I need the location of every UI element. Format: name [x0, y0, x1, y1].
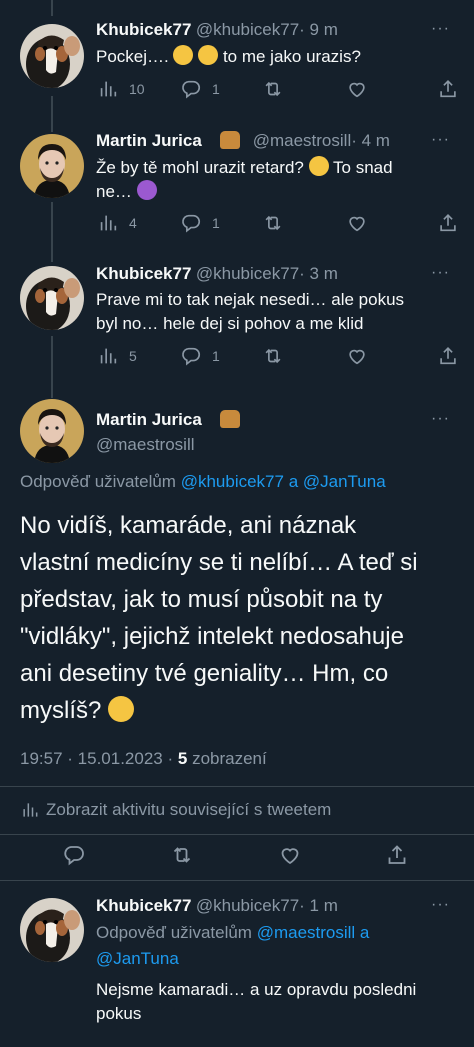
tweet-date[interactable]: 15.01.2023	[78, 749, 163, 768]
timestamp[interactable]: · 4 m	[351, 131, 390, 150]
tweet-header: Khubicek77 @khubicek77· 9 m	[96, 20, 338, 40]
thread-line	[51, 96, 53, 132]
retweet-icon	[262, 345, 284, 367]
reply-button[interactable]: 1	[180, 345, 220, 367]
reply-icon	[180, 78, 202, 100]
tweet-meta: 19:57 · 15.01.2023 · 5 zobrazení	[20, 749, 267, 768]
avatar[interactable]	[20, 134, 84, 198]
main-tweet-text: No vidíš, kamaráde, ani náznak vlastní m…	[20, 512, 418, 724]
tweet-header: Khubicek77 @khubicek77· 1 m	[96, 896, 338, 916]
tears-of-joy-emoji-icon	[198, 45, 219, 65]
heart-icon	[346, 345, 368, 367]
tears-of-joy-emoji-icon	[173, 45, 194, 65]
timestamp[interactable]: · 9 m	[299, 20, 338, 39]
like-button[interactable]	[346, 78, 368, 100]
dog-emoji-icon	[220, 131, 241, 149]
divider	[0, 834, 474, 835]
views-button[interactable]: 5	[97, 345, 137, 367]
thinking-face-icon	[108, 696, 135, 722]
more-options-icon[interactable]: ···	[431, 896, 450, 914]
like-button[interactable]	[278, 843, 302, 867]
views-button[interactable]: 10	[97, 78, 145, 100]
share-icon	[437, 345, 459, 367]
divider	[0, 880, 474, 881]
share-button[interactable]	[385, 843, 409, 867]
retweet-button[interactable]	[262, 212, 284, 234]
share-button[interactable]	[437, 212, 459, 234]
views-icon	[97, 345, 119, 367]
more-options-icon[interactable]: ···	[431, 20, 450, 38]
views-icon	[97, 212, 119, 234]
reply-icon	[180, 212, 202, 234]
like-button[interactable]	[346, 212, 368, 234]
retweet-button[interactable]	[262, 78, 284, 100]
avatar[interactable]	[20, 24, 84, 88]
user-handle[interactable]: @khubicek77	[196, 264, 299, 283]
views-count: 5	[177, 749, 188, 768]
divider	[0, 786, 474, 787]
reply-icon	[180, 345, 202, 367]
thread-line	[51, 0, 53, 16]
mention-link[interactable]: @JanTuna	[96, 949, 179, 968]
tweet-text: Prave mi to tak nejak nesedi… ale pokus …	[96, 290, 405, 333]
share-button[interactable]	[437, 78, 459, 100]
display-name[interactable]: Martin Jurica	[96, 410, 202, 429]
mention-link[interactable]: @maestrosill	[257, 923, 356, 942]
views-label: zobrazení	[192, 749, 267, 768]
reply-button[interactable]: 1	[180, 78, 220, 100]
more-options-icon[interactable]: ···	[431, 264, 450, 282]
dog-emoji-icon	[220, 410, 241, 428]
user-handle[interactable]: @khubicek77	[196, 896, 299, 915]
tweet-text: Pockej…. to me jako urazis?	[96, 45, 361, 66]
tweet-header: Martin Jurica @maestrosill· 4 m	[96, 131, 390, 151]
user-handle[interactable]: @maestrosill	[253, 131, 352, 150]
retweet-button[interactable]	[170, 843, 194, 867]
avatar[interactable]	[20, 898, 84, 962]
heart-icon	[278, 843, 302, 867]
reply-context: Odpověď uživatelům @khubicek77 a @JanTun…	[20, 472, 386, 491]
reply-button[interactable]: 1	[180, 212, 220, 234]
mention-link[interactable]: @khubicek77	[181, 472, 284, 491]
smiling-face-with-horns-icon	[136, 180, 157, 200]
heart-icon	[346, 212, 368, 234]
tweet-activity-link[interactable]: Zobrazit aktivitu související s tweetem	[20, 800, 331, 820]
tweet-header: Khubicek77 @khubicek77· 3 m	[96, 264, 338, 284]
reply-button[interactable]	[62, 843, 86, 867]
reply-icon	[62, 843, 86, 867]
more-options-icon[interactable]: ···	[431, 131, 450, 149]
user-handle[interactable]: @maestrosill	[96, 435, 195, 455]
retweet-icon	[262, 78, 284, 100]
views-icon	[97, 78, 119, 100]
reply-context: Odpověď uživatelům @maestrosill a @JanTu…	[96, 923, 370, 968]
mention-link[interactable]: @JanTuna	[303, 472, 386, 491]
display-name[interactable]: Khubicek77	[96, 896, 191, 915]
analytics-icon	[20, 800, 40, 820]
retweet-icon	[170, 843, 194, 867]
heart-icon	[346, 78, 368, 100]
avatar[interactable]	[20, 266, 84, 330]
share-icon	[385, 843, 409, 867]
thread-line	[51, 202, 53, 262]
like-button[interactable]	[346, 345, 368, 367]
avatar[interactable]	[20, 399, 84, 463]
timestamp[interactable]: · 1 m	[299, 896, 338, 915]
main-tweet-header: Martin Jurica	[96, 410, 241, 430]
display-name[interactable]: Khubicek77	[96, 20, 191, 39]
share-icon	[437, 78, 459, 100]
retweet-icon	[262, 212, 284, 234]
display-name[interactable]: Khubicek77	[96, 264, 191, 283]
tweet-time[interactable]: 19:57	[20, 749, 63, 768]
thinking-face-icon	[308, 156, 329, 176]
more-options-icon[interactable]: ···	[431, 410, 450, 428]
user-handle[interactable]: @khubicek77	[196, 20, 299, 39]
share-button[interactable]	[437, 345, 459, 367]
tweet-text: Že by tě mohl urazit retard? To snad ne…	[96, 156, 393, 201]
tweet-text: Nejsme kamaradi… a uz opravdu posledni p…	[96, 980, 417, 1023]
thread-line	[51, 336, 53, 398]
timestamp[interactable]: · 3 m	[299, 264, 338, 283]
retweet-button[interactable]	[262, 345, 284, 367]
display-name[interactable]: Martin Jurica	[96, 131, 202, 150]
share-icon	[437, 212, 459, 234]
views-button[interactable]: 4	[97, 212, 137, 234]
